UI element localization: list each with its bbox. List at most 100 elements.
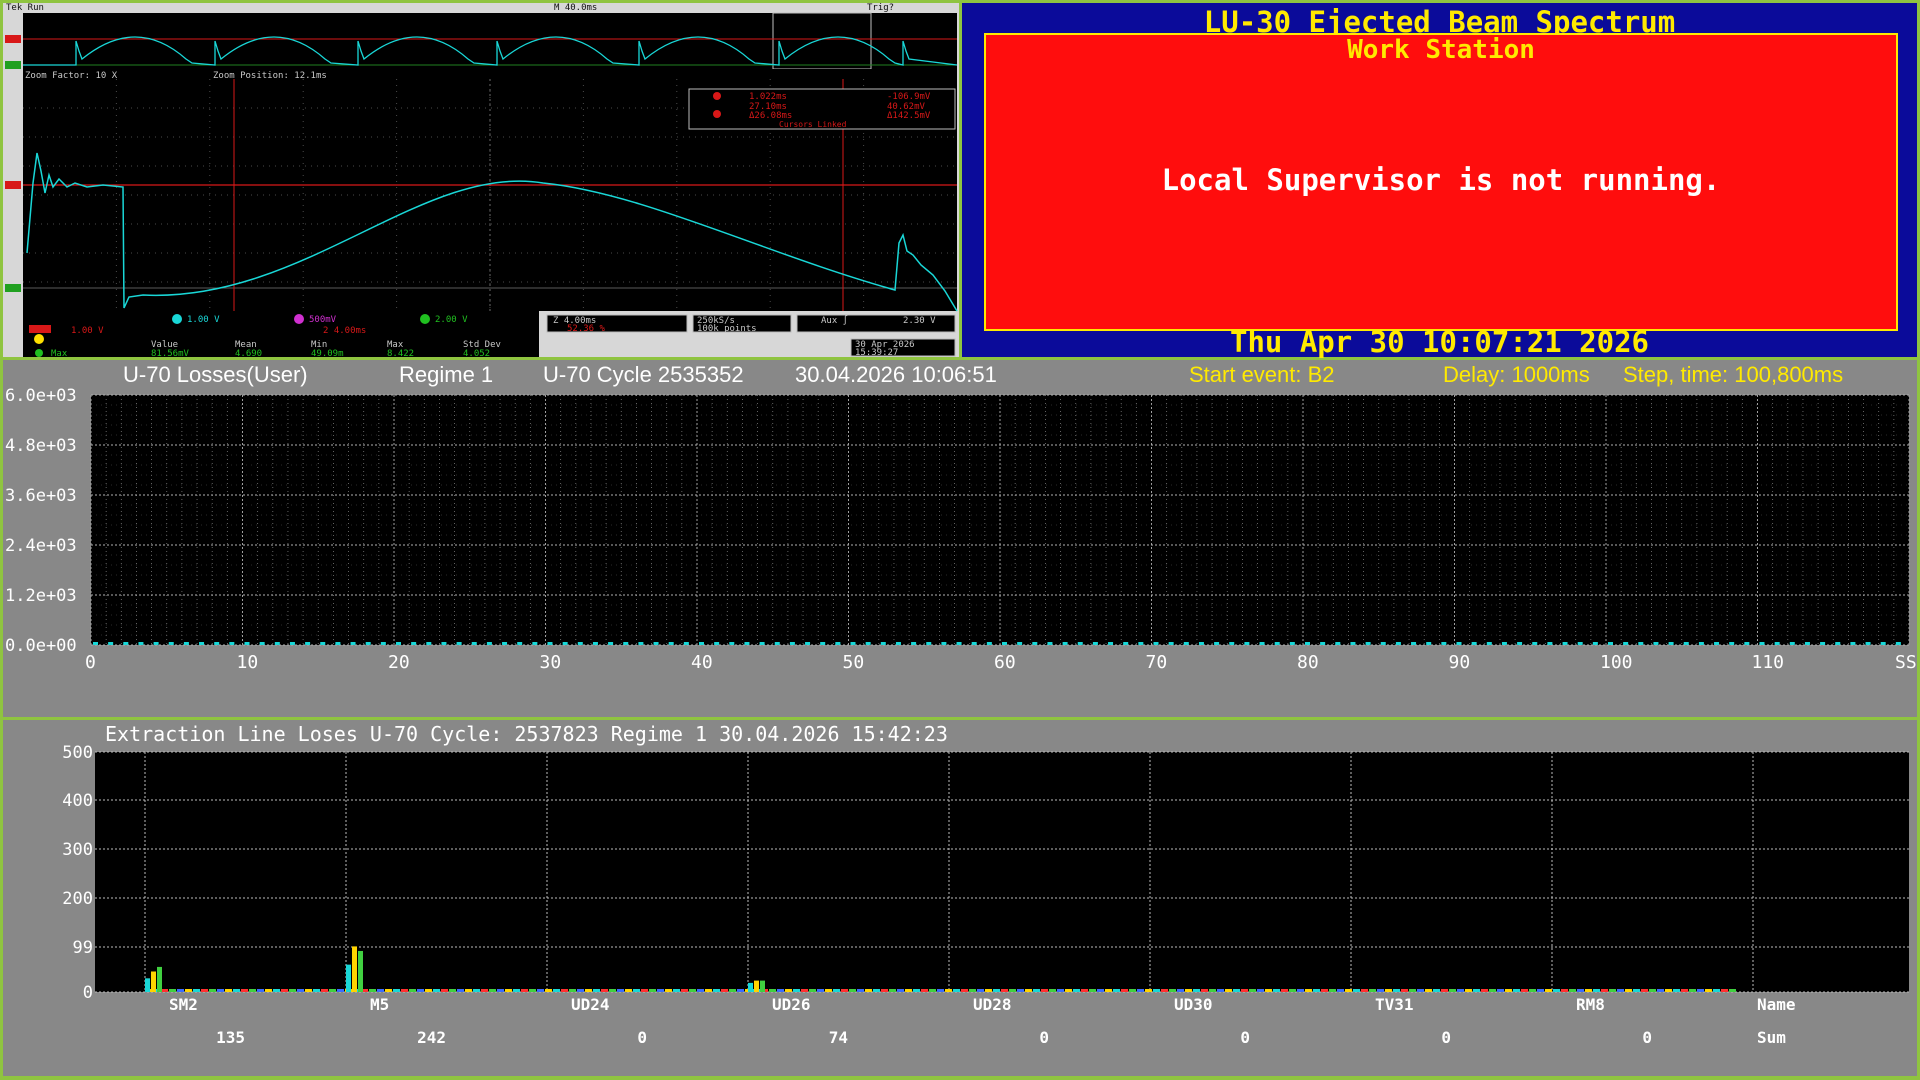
losses-bar	[1365, 642, 1371, 645]
losses-bar	[1244, 642, 1250, 645]
losses-bar	[320, 642, 326, 645]
losses-x-tick: 70	[1146, 652, 1168, 673]
losses-bar	[1002, 642, 1007, 645]
extraction-baseline-seg	[417, 989, 424, 992]
cursor-a-time: 1.022ms	[749, 92, 787, 102]
extraction-sum-value: 0	[1441, 1028, 1451, 1047]
scope-status-bar: Tek Run M 40.0ms Trig?	[3, 3, 959, 13]
extraction-baseline-seg	[193, 989, 200, 992]
losses-bar	[941, 642, 947, 645]
losses-bar	[850, 642, 856, 645]
extraction-bar	[151, 971, 156, 992]
extraction-baseline-seg	[937, 989, 944, 992]
extraction-baseline-seg	[1257, 989, 1264, 992]
extraction-baseline-seg	[673, 989, 680, 992]
losses-bar	[1789, 642, 1795, 645]
extraction-baseline-seg	[1529, 989, 1536, 992]
extraction-y-tick: 200	[62, 889, 93, 909]
losses-bar	[1183, 642, 1189, 645]
extraction-category-label: UD30	[1174, 995, 1213, 1014]
extraction-baseline-seg	[777, 989, 784, 992]
extraction-baseline-seg	[1193, 989, 1200, 992]
scope-timebase: M 40.0ms	[554, 3, 598, 13]
extraction-baseline-seg	[273, 989, 280, 992]
extraction-baseline-seg	[1225, 989, 1232, 992]
extraction-baseline-seg	[1577, 989, 1584, 992]
extraction-y-tick: 0	[83, 983, 93, 1003]
extraction-baseline-seg	[409, 989, 416, 992]
ch4-scale: 2.00 V	[435, 315, 468, 325]
cursor-b-badge	[713, 110, 721, 118]
losses-x-tick: 30	[540, 652, 562, 673]
losses-bar	[108, 642, 114, 645]
extraction-baseline-seg	[1089, 989, 1096, 992]
losses-bar	[835, 642, 841, 645]
ch2-ground-marker[interactable]	[5, 284, 21, 292]
losses-bar	[1471, 642, 1477, 645]
losses-bar	[608, 642, 614, 645]
extraction-baseline-seg	[1585, 989, 1592, 992]
losses-bar	[1153, 642, 1159, 645]
losses-bar	[244, 642, 250, 645]
losses-bar	[502, 642, 508, 645]
extraction-baseline-seg	[201, 989, 208, 992]
extraction-baseline-seg	[1617, 989, 1624, 992]
extraction-baseline-seg	[857, 989, 864, 992]
losses-bar	[774, 642, 780, 645]
losses-bar	[1865, 642, 1871, 645]
extraction-baseline-seg	[577, 989, 584, 992]
extraction-baseline-seg	[993, 989, 1000, 992]
losses-bar	[1350, 642, 1356, 645]
extraction-category-label: UD26	[772, 995, 811, 1014]
extraction-baseline-seg	[1729, 989, 1736, 992]
extraction-baseline-seg	[889, 989, 896, 992]
extraction-sum-value: 74	[829, 1028, 848, 1047]
extraction-baseline-seg	[1073, 989, 1080, 992]
losses-bar	[1198, 642, 1204, 645]
losses-x-tick: 60	[994, 652, 1016, 673]
losses-bar	[1850, 642, 1856, 645]
extraction-y-ticks: 500 400 300 200 99 0	[62, 743, 93, 1003]
losses-x-tick: 20	[388, 652, 410, 673]
ch-ref-marker[interactable]	[5, 181, 21, 189]
extraction-baseline-seg	[1129, 989, 1136, 992]
extraction-baseline-seg	[1689, 989, 1696, 992]
extraction-name-label: Name	[1757, 995, 1796, 1014]
extraction-sum-value: 0	[1642, 1028, 1652, 1047]
losses-bar	[532, 642, 538, 645]
extraction-baseline-seg	[537, 989, 544, 992]
extraction-baseline-seg	[593, 989, 600, 992]
extraction-baseline-seg	[1353, 989, 1360, 992]
losses-y-tick: 4.8e+03	[5, 436, 77, 456]
extraction-baseline-seg	[873, 989, 880, 992]
losses-bar	[926, 642, 932, 645]
extraction-baseline-seg	[505, 989, 512, 992]
ch1-scale: 1.00 V	[71, 326, 104, 336]
losses-bar	[486, 642, 492, 645]
extraction-baseline-seg	[1697, 989, 1704, 992]
extraction-baseline-seg	[1721, 989, 1728, 992]
extraction-baseline-seg	[825, 989, 832, 992]
losses-x-tick: 40	[691, 652, 713, 673]
extraction-baseline-seg	[1345, 989, 1352, 992]
extraction-baseline-seg	[1217, 989, 1224, 992]
extraction-baseline-seg	[905, 989, 912, 992]
extraction-baseline-seg	[1177, 989, 1184, 992]
extraction-baseline-seg	[697, 989, 704, 992]
losses-bar	[274, 642, 280, 645]
extraction-baseline-seg	[1097, 989, 1104, 992]
extraction-baseline-seg	[553, 989, 560, 992]
extraction-baseline-seg	[1297, 989, 1304, 992]
extraction-baseline-seg	[1625, 989, 1632, 992]
lu30-message: Local Supervisor is not running.	[1161, 163, 1721, 197]
losses-bar	[396, 642, 401, 645]
extraction-baseline-seg	[185, 989, 192, 992]
trigger-level: 2.30 V	[903, 316, 936, 326]
losses-bar	[1638, 642, 1644, 645]
extraction-baseline-seg	[521, 989, 528, 992]
extraction-baseline-seg	[265, 989, 272, 992]
extraction-baseline-seg	[1065, 989, 1072, 992]
overview-ground-marker	[5, 61, 21, 69]
losses-bar	[1804, 642, 1810, 645]
losses-y-tick: 0.0e+00	[5, 636, 77, 656]
